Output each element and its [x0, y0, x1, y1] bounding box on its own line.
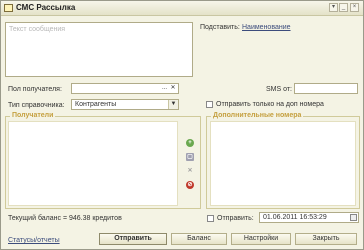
- send-only-extra-checkbox[interactable]: [206, 101, 213, 108]
- message-placeholder: Текст сообщения: [9, 26, 66, 33]
- send-at-input[interactable]: 01.06.2011 16:53:29: [259, 212, 359, 223]
- copy-icon[interactable]: ▢: [186, 153, 194, 161]
- recipients-title: Получатели: [10, 112, 56, 119]
- send-at-value: 01.06.2011 16:53:29: [263, 214, 327, 221]
- window-title: СМС Рассылка: [16, 3, 76, 12]
- clear-icon[interactable]: ✕: [169, 84, 177, 93]
- add-icon[interactable]: +: [186, 139, 194, 147]
- recipients-list[interactable]: [8, 121, 178, 206]
- sms-window: СМС Рассылка ▾ _ × Текст сообщения Подст…: [0, 0, 364, 250]
- send-only-extra-label: Отправить только на доп номера: [216, 101, 324, 108]
- stop-icon[interactable]: ⊘: [186, 181, 194, 189]
- menu-icon[interactable]: ▾: [329, 3, 338, 12]
- extra-numbers-title: Дополнительные номера: [211, 112, 304, 119]
- ref-type-label: Тип справочника:: [8, 102, 65, 109]
- extra-numbers-group: Дополнительные номера: [206, 112, 360, 209]
- status-reports-link[interactable]: Статусы/отчеты: [8, 237, 60, 244]
- close-icon[interactable]: ×: [350, 3, 359, 12]
- sms-from-label: SMS от:: [266, 86, 293, 93]
- recipient-input[interactable]: ... ✕: [71, 83, 179, 94]
- balance-button[interactable]: Баланс: [171, 233, 227, 245]
- substitute-label: Подставить:: [200, 24, 240, 31]
- select-button[interactable]: ...: [160, 84, 169, 93]
- chevron-down-icon[interactable]: ▼: [168, 100, 178, 109]
- settings-button[interactable]: Настройки: [231, 233, 291, 245]
- recipient-label: Пол получателя:: [8, 86, 62, 93]
- substitute-link[interactable]: Наименование: [242, 24, 291, 31]
- title-bar: СМС Рассылка ▾ _ ×: [1, 1, 363, 16]
- send-at-checkbox[interactable]: [207, 215, 214, 222]
- extra-numbers-list[interactable]: [210, 121, 356, 206]
- app-icon: [4, 4, 13, 12]
- sms-from-input[interactable]: [294, 83, 358, 94]
- send-at-label: Отправить:: [217, 215, 254, 222]
- send-button[interactable]: Отправить: [99, 233, 167, 245]
- recipients-group: Получатели + ▢ ✕ ⊘: [5, 112, 201, 209]
- ref-type-value: Контрагенты: [75, 101, 117, 108]
- message-textarea[interactable]: Текст сообщения: [5, 22, 193, 77]
- balance-text: Текущий баланс = 946.38 кредитов: [8, 215, 122, 222]
- close-button[interactable]: Закрыть: [295, 233, 357, 245]
- minimize-icon[interactable]: _: [339, 3, 348, 12]
- ref-type-select[interactable]: Контрагенты ▼: [71, 99, 179, 110]
- delete-icon[interactable]: ✕: [186, 167, 194, 175]
- calendar-icon[interactable]: [350, 214, 357, 221]
